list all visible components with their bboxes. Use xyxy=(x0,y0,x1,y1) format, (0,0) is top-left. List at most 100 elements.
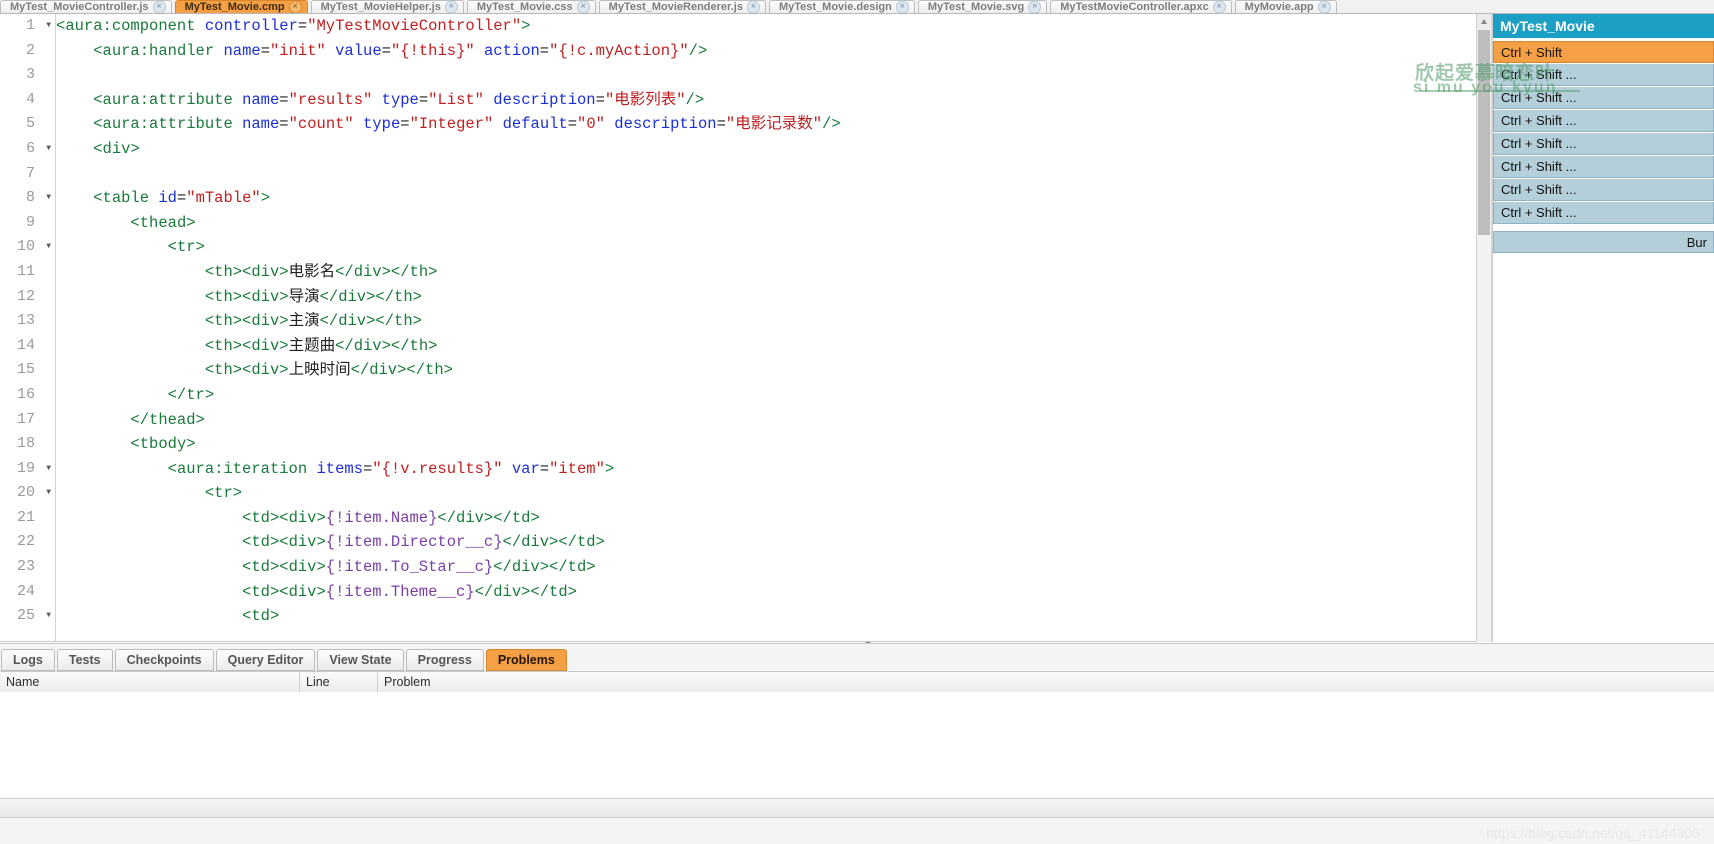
shortcut-item[interactable]: Ctrl + Shift ... xyxy=(1493,179,1714,201)
shortcut-item[interactable]: Ctrl + Shift ... xyxy=(1493,133,1714,155)
tab-close-icon[interactable]: × xyxy=(1212,0,1226,13)
code-line[interactable]: <aura:attribute name="count" type="Integ… xyxy=(56,112,1476,137)
code-token-plain: = xyxy=(716,115,726,134)
shortcut-item[interactable]: Ctrl + Shift ... xyxy=(1493,156,1714,178)
code-line[interactable]: <aura:handler name="init" value="{!this}… xyxy=(56,39,1476,64)
bottom-tab-view-state[interactable]: View State xyxy=(317,649,404,671)
right-panel-scrollbar[interactable] xyxy=(1477,14,1492,642)
shortcut-item[interactable]: Ctrl + Shift ... xyxy=(1493,202,1714,224)
fold-toggle-icon[interactable]: ▼ xyxy=(39,137,51,162)
tab-close-icon[interactable]: × xyxy=(1317,0,1331,13)
code-token-plain: 导演 xyxy=(288,287,320,306)
code-token-val: "电影列表" xyxy=(604,90,686,109)
tab-close-icon[interactable]: × xyxy=(895,0,909,13)
bottom-tab-problems[interactable]: Problems xyxy=(485,649,567,671)
code-line[interactable]: <aura:component controller="MyTestMovieC… xyxy=(56,14,1476,39)
fold-toggle-icon[interactable]: ▼ xyxy=(39,235,51,260)
code-editor[interactable]: 1 ▼ 2 3 4 5 6 ▼ 7 8 ▼ 9 10 ▼ 11 12 13 14 15 16 17 18 19 ▼ 20 ▼ 21 2… xyxy=(0,14,1477,642)
shortcut-item[interactable]: Ctrl + Shift ... xyxy=(1493,64,1714,86)
editor-tab[interactable]: MyTest_Movie.design × xyxy=(768,0,915,13)
line-number: 11 xyxy=(16,262,35,280)
editor-tab-label: MyTest_MovieRenderer.js xyxy=(608,0,743,13)
code-line[interactable]: </thead> xyxy=(56,408,1476,433)
code-line[interactable]: <th><div>主演</div></th> xyxy=(56,309,1476,334)
bottom-tab-progress[interactable]: Progress xyxy=(405,649,484,671)
code-line[interactable]: <aura:iteration items="{!v.results}" var… xyxy=(56,457,1476,482)
code-line[interactable] xyxy=(56,63,1476,88)
line-number: 10 ▼ xyxy=(0,235,55,260)
code-token-tag: div xyxy=(251,361,280,380)
editor-tab[interactable]: MyTest_MovieHelper.js × xyxy=(310,0,464,13)
tab-close-icon[interactable]: × xyxy=(746,0,760,13)
right-scroll-up-arrow-icon[interactable] xyxy=(1477,14,1491,29)
editor-tab[interactable]: MyTestMovieController.apxc × xyxy=(1050,0,1232,13)
editor-tab[interactable]: MyTest_Movie.cmp × xyxy=(174,0,308,13)
editor-tab[interactable]: MyMovie.app × xyxy=(1234,0,1337,13)
fold-toggle-icon[interactable]: ▼ xyxy=(39,457,51,482)
code-token-punct: > xyxy=(195,410,205,429)
fold-toggle-icon[interactable]: ▼ xyxy=(39,186,51,211)
code-line[interactable]: <td> xyxy=(56,604,1476,629)
line-number: 21 xyxy=(16,508,35,526)
column-header-problem[interactable]: Problem xyxy=(378,672,1714,692)
editor-tab-label: MyTest_Movie.css xyxy=(476,0,573,13)
bottom-tab-checkpoints[interactable]: Checkpoints xyxy=(114,649,214,671)
code-line[interactable]: <tbody> xyxy=(56,432,1476,457)
code-line[interactable]: <th><div>电影名</div></th> xyxy=(56,260,1476,285)
code-line[interactable]: <thead> xyxy=(56,211,1476,236)
column-header-name[interactable]: Name xyxy=(0,672,300,692)
code-line[interactable]: <th><div>导演</div></th> xyxy=(56,285,1476,310)
editor-tab[interactable]: MyTest_MovieController.js × xyxy=(0,0,172,13)
shortcut-list: Ctrl + Shift Ctrl + Shift ... Ctrl + Shift… xyxy=(1493,38,1714,224)
code-token-tag: th xyxy=(394,287,413,306)
right-panel-footer[interactable]: Bur xyxy=(1493,231,1714,253)
code-line[interactable]: <td><div>{!item.Theme__c}</div></td> xyxy=(56,580,1476,605)
code-content[interactable]: <aura:component controller="MyTestMovieC… xyxy=(56,14,1476,642)
code-line[interactable]: <div> xyxy=(56,137,1476,162)
code-token-punct: < xyxy=(93,41,103,60)
code-token-punct: ></ xyxy=(366,287,395,306)
code-line[interactable]: <tr> xyxy=(56,235,1476,260)
shortcut-item[interactable]: Ctrl + Shift xyxy=(1493,41,1714,63)
bottom-tab-tests[interactable]: Tests xyxy=(56,649,113,671)
code-line[interactable]: <td><div>{!item.Director__c}</div></td> xyxy=(56,530,1476,555)
shortcut-item[interactable]: Ctrl + Shift ... xyxy=(1493,110,1714,132)
editor-tab[interactable]: MyTest_Movie.svg × xyxy=(917,0,1048,13)
code-token-val: "mTable" xyxy=(186,189,261,208)
bottom-tab-logs[interactable]: Logs xyxy=(1,649,55,671)
right-scrollbar-thumb[interactable] xyxy=(1478,30,1490,235)
code-token-punct: > xyxy=(186,435,196,454)
code-line[interactable]: </tr> xyxy=(56,383,1476,408)
code-line[interactable] xyxy=(56,162,1476,187)
code-line[interactable]: <aura:attribute name="results" type="Lis… xyxy=(56,88,1476,113)
editor-tab-label: MyTest_Movie.design xyxy=(778,0,892,13)
code-line[interactable]: <td><div>{!item.To_Star__c}</div></td> xyxy=(56,555,1476,580)
editor-tab[interactable]: MyTest_MovieRenderer.js × xyxy=(598,0,766,13)
code-line[interactable]: <tr> xyxy=(56,481,1476,506)
code-line[interactable]: <table id="mTable"> xyxy=(56,186,1476,211)
fold-toggle-icon[interactable]: ▼ xyxy=(39,604,51,629)
fold-toggle-icon[interactable]: ▼ xyxy=(39,14,51,39)
editor-tab[interactable]: MyTest_Movie.css × xyxy=(466,0,596,13)
tab-close-icon[interactable]: × xyxy=(444,0,458,13)
column-header-line[interactable]: Line xyxy=(300,672,378,692)
code-token-punct: > xyxy=(130,139,140,158)
code-token-punct: /> xyxy=(688,41,708,60)
code-token-punct: < xyxy=(242,508,252,527)
line-number: 18 xyxy=(16,435,35,453)
fold-toggle-icon[interactable]: ▼ xyxy=(39,481,51,506)
bottom-tab-query-editor[interactable]: Query Editor xyxy=(215,649,316,671)
code-token-plain: = xyxy=(279,90,289,109)
code-line[interactable]: <th><div>上映时间</div></th> xyxy=(56,358,1476,383)
tab-close-icon[interactable]: × xyxy=(288,0,302,13)
line-number-gutter: 1 ▼ 2 3 4 5 6 ▼ 7 8 ▼ 9 10 ▼ 11 12 13 14 15 16 17 18 19 ▼ 20 ▼ 21 2… xyxy=(0,14,56,642)
code-line[interactable]: <th><div>主题曲</div></th> xyxy=(56,334,1476,359)
tab-close-icon[interactable]: × xyxy=(1028,0,1042,13)
tab-close-icon[interactable]: × xyxy=(152,0,166,13)
code-line[interactable]: <td><div>{!item.Name}</div></td> xyxy=(56,506,1476,531)
code-token-val: "MyTestMovieController" xyxy=(307,17,522,35)
code-token-punct: </ xyxy=(474,582,494,601)
code-token-punct: < xyxy=(204,484,215,503)
code-token-attr: action xyxy=(483,41,540,60)
tab-close-icon[interactable]: × xyxy=(576,0,590,13)
